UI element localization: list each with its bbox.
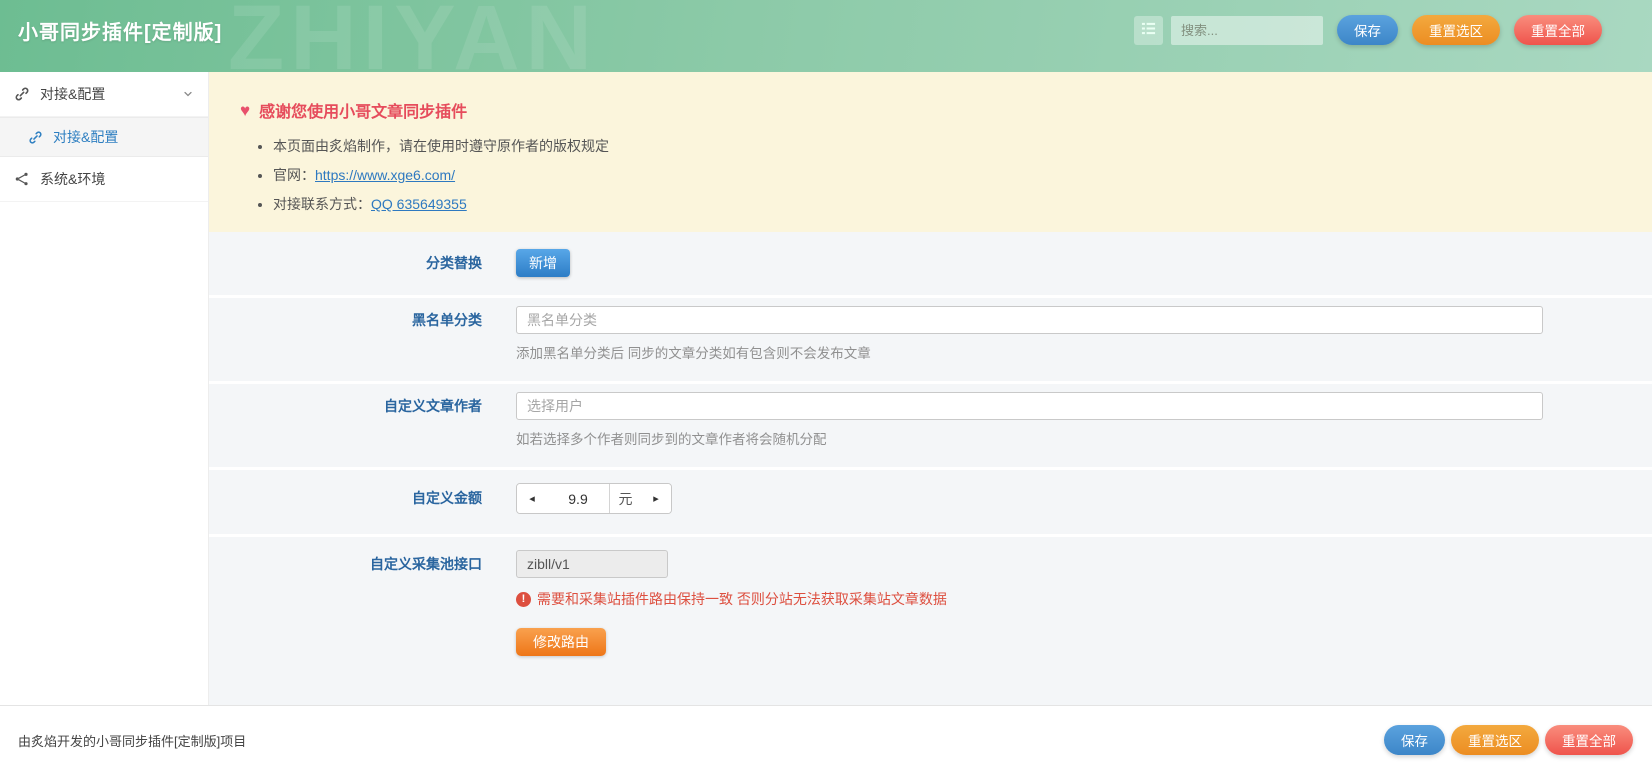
footer-toolbar: 保存 重置选区 重置全部 xyxy=(1378,725,1633,755)
notice-list: 本页面由炙焰制作，请在使用时遵守原作者的版权规定 官网：https://www.… xyxy=(273,136,1622,214)
form-row-collection-api: 自定义采集池接口 ! 需要和采集站插件路由保持一致 否则分站无法获取采集站文章数… xyxy=(209,537,1652,705)
sidebar-item-label: 对接&配置 xyxy=(40,84,105,104)
field-label: 自定义文章作者 xyxy=(209,392,499,420)
search-input[interactable] xyxy=(1171,16,1323,45)
qq-contact-link[interactable]: QQ 635649355 xyxy=(371,196,467,212)
notice-item: 官网：https://www.xge6.com/ xyxy=(273,165,1622,185)
warning-icon: ! xyxy=(516,592,531,607)
notice-panel: ♥ 感谢您使用小哥文章同步插件 本页面由炙焰制作，请在使用时遵守原作者的版权规定… xyxy=(209,72,1652,232)
form-row-custom-author: 自定义文章作者 如若选择多个作者则同步到的文章作者将会随机分配 xyxy=(209,384,1652,467)
stepper-decrement-button[interactable]: ◂ xyxy=(517,484,547,513)
sidebar-item-label: 对接&配置 xyxy=(53,127,118,147)
custom-author-input[interactable] xyxy=(516,392,1543,420)
field-hint: 添加黑名单分类后 同步的文章分类如有包含则不会发布文章 xyxy=(516,342,1543,362)
footer: 由炙焰开发的小哥同步插件[定制版]项目 保存 重置选区 重置全部 xyxy=(0,705,1652,774)
sidebar-item-label: 系统&环境 xyxy=(40,169,105,189)
header: ZHIYAN 小哥同步插件[定制版] 保存 重置选区 重置全部 xyxy=(0,0,1652,72)
field-warning: ! 需要和采集站插件路由保持一致 否则分站无法获取采集站文章数据 xyxy=(516,589,1543,609)
save-button[interactable]: 保存 xyxy=(1337,15,1398,45)
form-row-category-replace: 分类替换 新增 xyxy=(209,232,1652,295)
reset-selection-button[interactable]: 重置选区 xyxy=(1451,725,1539,755)
reset-selection-button[interactable]: 重置选区 xyxy=(1412,15,1500,45)
reset-all-button[interactable]: 重置全部 xyxy=(1514,15,1602,45)
footer-credit: 由炙焰开发的小哥同步插件[定制版]项目 xyxy=(18,731,246,750)
amount-stepper: ◂ 元 ▸ xyxy=(516,483,672,514)
field-label: 分类替换 xyxy=(209,249,499,277)
sidebar-item-connect-config[interactable]: 对接&配置 xyxy=(0,72,208,117)
amount-unit: 元 xyxy=(609,484,641,513)
stepper-increment-button[interactable]: ▸ xyxy=(641,484,671,513)
reset-all-button[interactable]: 重置全部 xyxy=(1545,725,1633,755)
list-toggle-button[interactable] xyxy=(1134,16,1163,45)
add-category-button[interactable]: 新增 xyxy=(516,249,570,277)
notice-item: 对接联系方式：QQ 635649355 xyxy=(273,194,1622,214)
heart-icon: ♥ xyxy=(240,102,250,119)
list-icon xyxy=(1141,21,1156,39)
form-row-blacklist-category: 黑名单分类 添加黑名单分类后 同步的文章分类如有包含则不会发布文章 xyxy=(209,298,1652,381)
sidebar-subitem-connect-config[interactable]: 对接&配置 xyxy=(0,117,208,157)
sidebar: 对接&配置 对接&配置 xyxy=(0,72,209,705)
field-hint: 如若选择多个作者则同步到的文章作者将会随机分配 xyxy=(516,428,1543,448)
notice-item: 本页面由炙焰制作，请在使用时遵守原作者的版权规定 xyxy=(273,136,1622,156)
amount-input[interactable] xyxy=(547,484,609,513)
chevron-down-icon xyxy=(182,88,194,100)
page-title: 小哥同步插件[定制版] xyxy=(18,16,222,45)
field-label: 自定义采集池接口 xyxy=(209,550,499,578)
branch-icon xyxy=(14,171,30,187)
sidebar-item-system-env[interactable]: 系统&环境 xyxy=(0,157,208,202)
body: 对接&配置 对接&配置 xyxy=(0,72,1652,705)
field-label: 黑名单分类 xyxy=(209,306,499,334)
notice-title: 感谢您使用小哥文章同步插件 xyxy=(259,98,467,122)
main-content: ♥ 感谢您使用小哥文章同步插件 本页面由炙焰制作，请在使用时遵守原作者的版权规定… xyxy=(209,72,1652,705)
blacklist-category-input[interactable] xyxy=(516,306,1543,334)
field-label: 自定义金额 xyxy=(209,483,499,514)
link-icon xyxy=(14,86,30,102)
official-site-link[interactable]: https://www.xge6.com/ xyxy=(315,167,455,183)
notice-title-row: ♥ 感谢您使用小哥文章同步插件 xyxy=(240,98,1622,122)
app: ZHIYAN 小哥同步插件[定制版] 保存 重置选区 重置全部 xyxy=(0,0,1652,774)
header-toolbar: 保存 重置选区 重置全部 xyxy=(1134,15,1602,45)
modify-route-button[interactable]: 修改路由 xyxy=(516,628,606,656)
link-icon xyxy=(28,130,43,145)
collection-api-input xyxy=(516,550,668,578)
header-watermark: ZHIYAN xyxy=(228,0,598,72)
save-button[interactable]: 保存 xyxy=(1384,725,1445,755)
form-row-custom-amount: 自定义金额 ◂ 元 ▸ xyxy=(209,470,1652,534)
